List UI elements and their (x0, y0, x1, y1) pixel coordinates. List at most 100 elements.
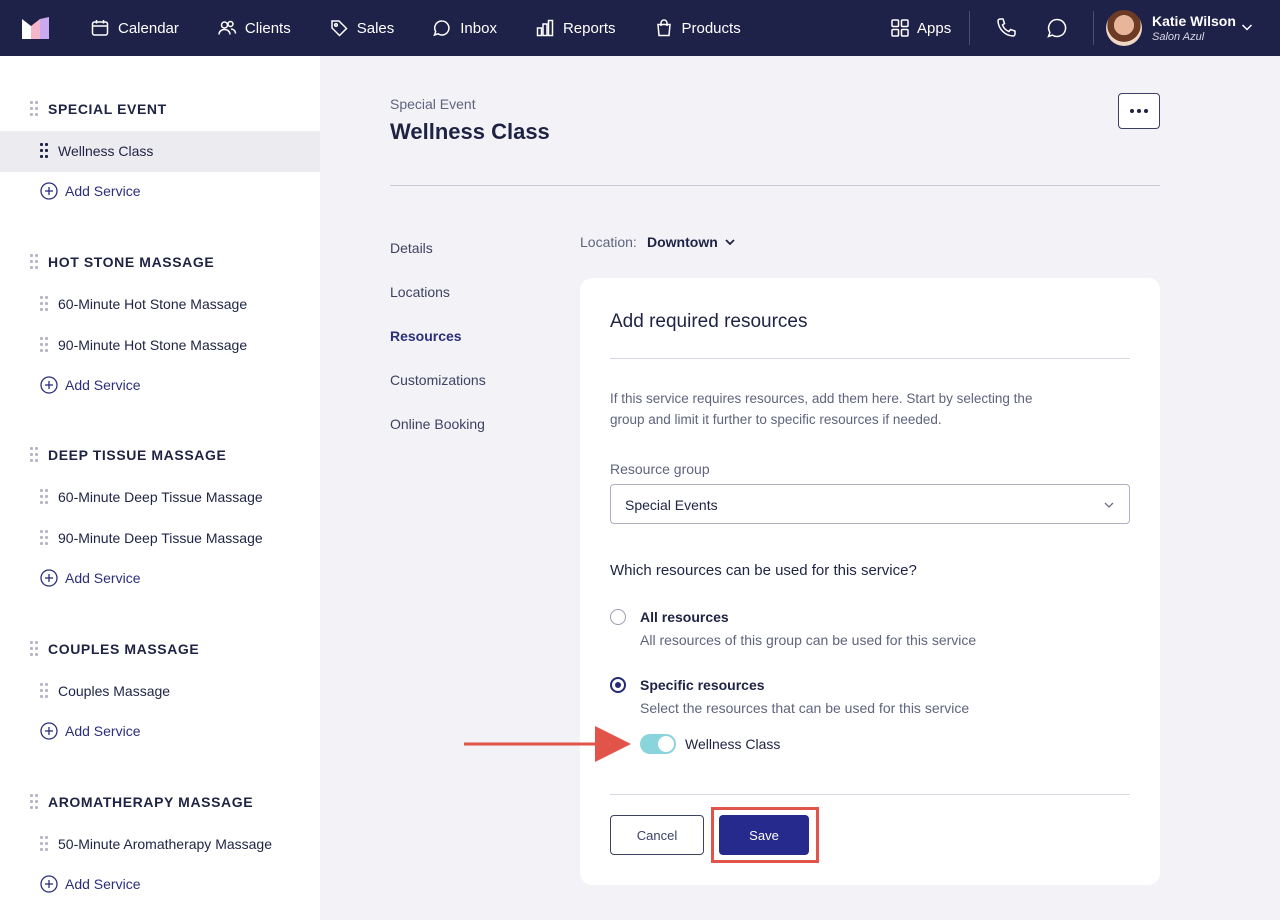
chevron-down-icon (725, 239, 735, 246)
cancel-button[interactable]: Cancel (610, 815, 704, 855)
add-service-label: Add Service (65, 723, 141, 739)
resource-group-label: Resource group (610, 461, 710, 477)
nav-clients-label: Clients (244, 19, 291, 37)
subnav-details[interactable]: Details (390, 240, 433, 256)
plus-circle-icon (40, 569, 58, 587)
drag-handle-icon[interactable] (40, 143, 48, 159)
tag-icon (330, 20, 348, 37)
add-service-label: Add Service (65, 377, 141, 393)
nav-divider (1093, 11, 1094, 45)
all-resources-label[interactable]: All resources (640, 609, 729, 625)
subnav-customizations[interactable]: Customizations (390, 372, 486, 388)
drag-handle-icon[interactable] (30, 101, 38, 117)
breadcrumb[interactable]: Special Event (390, 96, 476, 112)
resource-group-select[interactable]: Special Events (610, 484, 1130, 524)
more-options-button[interactable] (1118, 93, 1160, 129)
nav-clients[interactable]: Clients (217, 18, 291, 38)
phone-icon[interactable] (994, 16, 1018, 40)
app-logo[interactable] (22, 17, 50, 39)
add-service-label: Add Service (65, 876, 141, 892)
add-service-button[interactable]: Add Service (40, 376, 140, 394)
user-business: Salon Azul (1152, 31, 1205, 43)
service-item[interactable]: 60-Minute Deep Tissue Massage (0, 477, 320, 518)
divider (610, 358, 1130, 359)
add-service-label: Add Service (65, 183, 141, 199)
plus-circle-icon (40, 722, 58, 740)
plus-circle-icon (40, 376, 58, 394)
annotation-arrow-icon (464, 726, 631, 762)
specific-resources-label[interactable]: Specific resources (640, 677, 765, 693)
add-service-button[interactable]: Add Service (40, 182, 140, 200)
service-item[interactable]: 90-Minute Deep Tissue Massage (0, 518, 320, 559)
service-item-label: 50-Minute Aromatherapy Massage (58, 836, 272, 852)
ellipsis-icon (1137, 109, 1141, 113)
plus-circle-icon (40, 875, 58, 893)
nav-reports[interactable]: Reports (535, 18, 616, 38)
divider (390, 185, 1160, 186)
drag-handle-icon[interactable] (30, 447, 38, 463)
apps-button[interactable]: Apps (890, 18, 951, 38)
subnav-online-booking[interactable]: Online Booking (390, 416, 485, 432)
nav-products[interactable]: Products (654, 18, 741, 38)
nav-inbox[interactable]: Inbox (432, 18, 497, 38)
specific-resources-radio[interactable] (610, 677, 626, 693)
resources-card: Add required resources If this service r… (580, 278, 1160, 885)
bar-chart-icon (536, 19, 554, 37)
service-item-label: 60-Minute Hot Stone Massage (58, 296, 248, 312)
page-title: Wellness Class (390, 119, 550, 144)
service-item[interactable]: 50-Minute Aromatherapy Massage (0, 824, 320, 865)
service-item-label: Wellness Class (58, 143, 154, 159)
group-title: HOT STONE MASSAGE (48, 254, 215, 270)
add-service-label: Add Service (65, 570, 141, 586)
service-item[interactable]: 90-Minute Hot Stone Massage (0, 325, 320, 366)
chat-bubble-icon (433, 20, 450, 37)
service-item[interactable]: Wellness Class (0, 131, 320, 172)
location-dropdown[interactable]: Downtown (647, 234, 736, 250)
group-title: SPECIAL EVENT (48, 101, 167, 117)
top-navigation-bar: Calendar Clients Sales Inbox Reports Pro… (0, 0, 1280, 56)
nav-calendar[interactable]: Calendar (90, 18, 179, 38)
card-description: If this service requires resources, add … (610, 391, 1033, 427)
drag-handle-icon[interactable] (30, 641, 38, 657)
service-item[interactable]: Couples Massage (0, 671, 320, 712)
add-service-button[interactable]: Add Service (40, 569, 140, 587)
drag-handle-icon[interactable] (40, 530, 48, 546)
all-resources-description: All resources of this group can be used … (640, 632, 977, 648)
user-avatar[interactable] (1106, 10, 1142, 46)
user-name: Katie Wilson (1152, 13, 1236, 29)
drag-handle-icon[interactable] (40, 296, 48, 312)
nav-reports-label: Reports (562, 19, 616, 37)
resources-question: Which resources can be used for this ser… (610, 562, 917, 579)
service-item-label: 60-Minute Deep Tissue Massage (58, 489, 263, 505)
nav-sales[interactable]: Sales (329, 18, 394, 38)
calendar-icon (91, 20, 109, 36)
add-service-button[interactable]: Add Service (40, 875, 140, 893)
ellipsis-icon (1144, 109, 1148, 113)
nav-divider (969, 11, 970, 45)
drag-handle-icon[interactable] (40, 683, 48, 699)
specific-resources-description: Select the resources that can be used fo… (640, 700, 970, 716)
nav-products-label: Products (681, 19, 741, 37)
apps-grid-icon (891, 19, 909, 37)
resource-toggle[interactable] (640, 734, 676, 754)
subnav-resources[interactable]: Resources (390, 328, 462, 344)
message-icon[interactable] (1045, 16, 1069, 40)
drag-handle-icon[interactable] (30, 254, 38, 270)
drag-handle-icon[interactable] (30, 794, 38, 810)
main-nav: Calendar Clients Sales Inbox Reports Pro… (90, 0, 779, 56)
all-resources-radio[interactable] (610, 609, 626, 625)
drag-handle-icon[interactable] (40, 337, 48, 353)
drag-handle-icon[interactable] (40, 489, 48, 505)
add-service-button[interactable]: Add Service (40, 722, 140, 740)
service-item-label: 90-Minute Deep Tissue Massage (58, 530, 263, 546)
group-title: AROMATHERAPY MASSAGE (48, 794, 254, 810)
location-label: Location: (580, 234, 637, 250)
group-title: DEEP TISSUE MASSAGE (48, 447, 227, 463)
subnav-locations[interactable]: Locations (390, 284, 450, 300)
chevron-down-icon[interactable] (1240, 20, 1254, 34)
service-item[interactable]: 60-Minute Hot Stone Massage (0, 284, 320, 325)
resource-toggle-label: Wellness Class (685, 736, 781, 752)
drag-handle-icon[interactable] (40, 836, 48, 852)
nav-inbox-label: Inbox (460, 19, 497, 37)
group-title: COUPLES MASSAGE (48, 641, 200, 657)
